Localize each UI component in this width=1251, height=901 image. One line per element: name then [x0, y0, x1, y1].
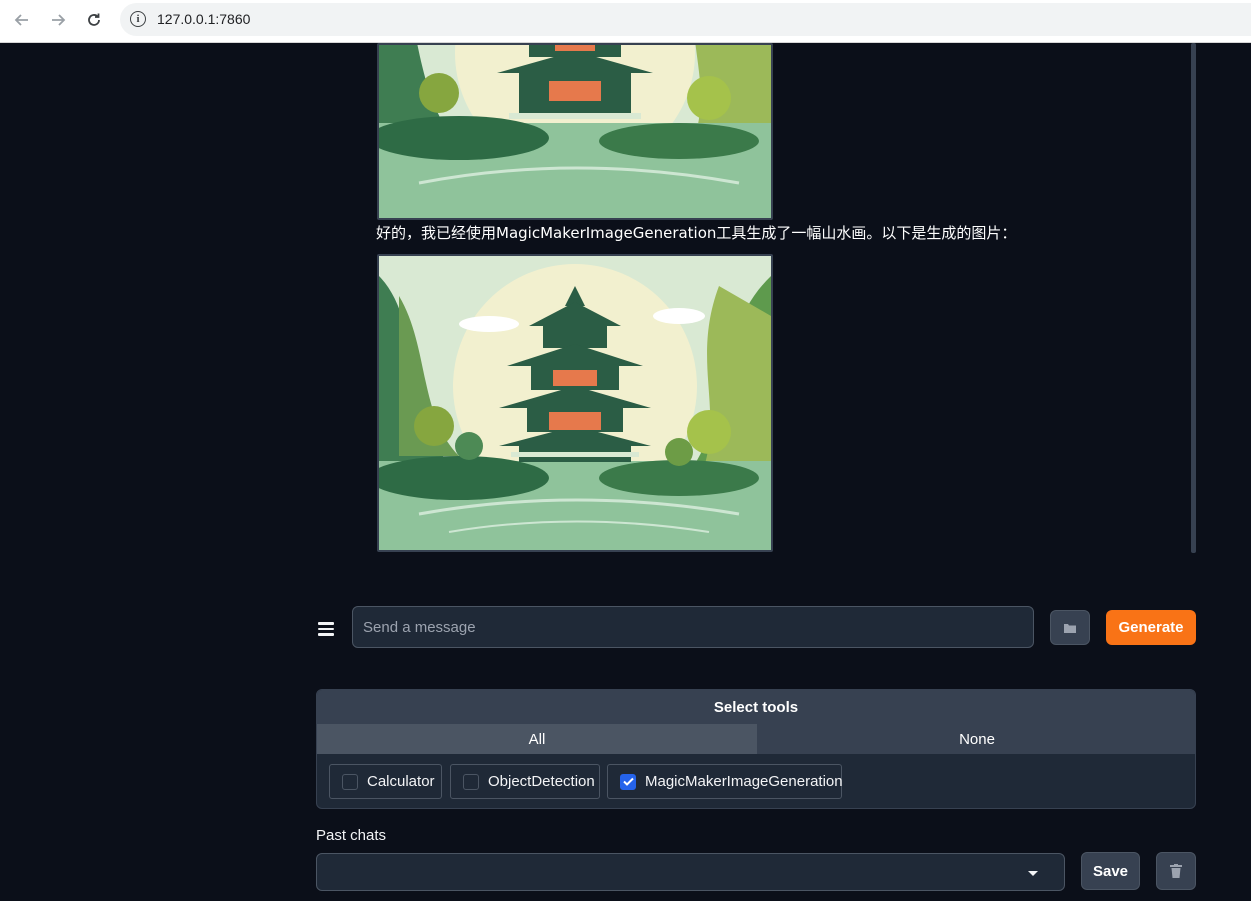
past-chats-dropdown[interactable] — [316, 853, 1065, 891]
tools-panel: Select tools All None Calculator ObjectD… — [316, 689, 1196, 809]
save-button[interactable]: Save — [1081, 852, 1140, 890]
reload-icon[interactable] — [83, 9, 105, 31]
tool-label: ObjectDetection — [488, 773, 595, 790]
tool-checkbox-magicmaker[interactable]: MagicMakerImageGeneration — [607, 764, 843, 799]
browser-toolbar: i 127.0.0.1:7860 — [0, 0, 1251, 43]
checkbox[interactable] — [342, 773, 358, 790]
bot-message: 好的，我已经使用MagicMakerImageGeneration工具生成了一幅… — [376, 224, 1017, 242]
delete-button[interactable] — [1156, 852, 1196, 890]
past-chats-label: Past chats — [316, 827, 387, 844]
tool-label: MagicMakerImageGeneration — [645, 773, 843, 790]
folder-icon — [1064, 623, 1076, 633]
menu-icon[interactable] — [318, 622, 334, 638]
tool-checkbox-calculator[interactable]: Calculator — [329, 764, 442, 799]
select-none-button[interactable]: None — [757, 724, 1195, 754]
generate-button[interactable]: Generate — [1106, 610, 1196, 645]
checkbox-checked[interactable] — [620, 773, 636, 790]
tools-title: Select tools — [317, 690, 1195, 724]
address-bar[interactable]: i 127.0.0.1:7860 — [120, 3, 1251, 36]
trash-icon — [1170, 864, 1182, 878]
tool-label: Calculator — [367, 773, 435, 790]
select-all-button[interactable]: All — [317, 724, 757, 754]
tool-checkbox-object-detection[interactable]: ObjectDetection — [450, 764, 600, 799]
back-icon[interactable] — [11, 9, 33, 31]
generated-image-2[interactable] — [377, 254, 773, 552]
chevron-down-icon — [1028, 871, 1038, 876]
checkbox[interactable] — [463, 773, 479, 790]
generated-image-1[interactable] — [377, 43, 773, 220]
upload-button[interactable] — [1050, 610, 1090, 645]
message-input[interactable] — [352, 606, 1034, 648]
forward-icon[interactable] — [47, 9, 69, 31]
site-info-icon[interactable]: i — [130, 11, 146, 27]
check-icon — [622, 777, 634, 786]
url-text: 127.0.0.1:7860 — [157, 11, 251, 27]
chat-scrollbar[interactable] — [1191, 43, 1196, 553]
